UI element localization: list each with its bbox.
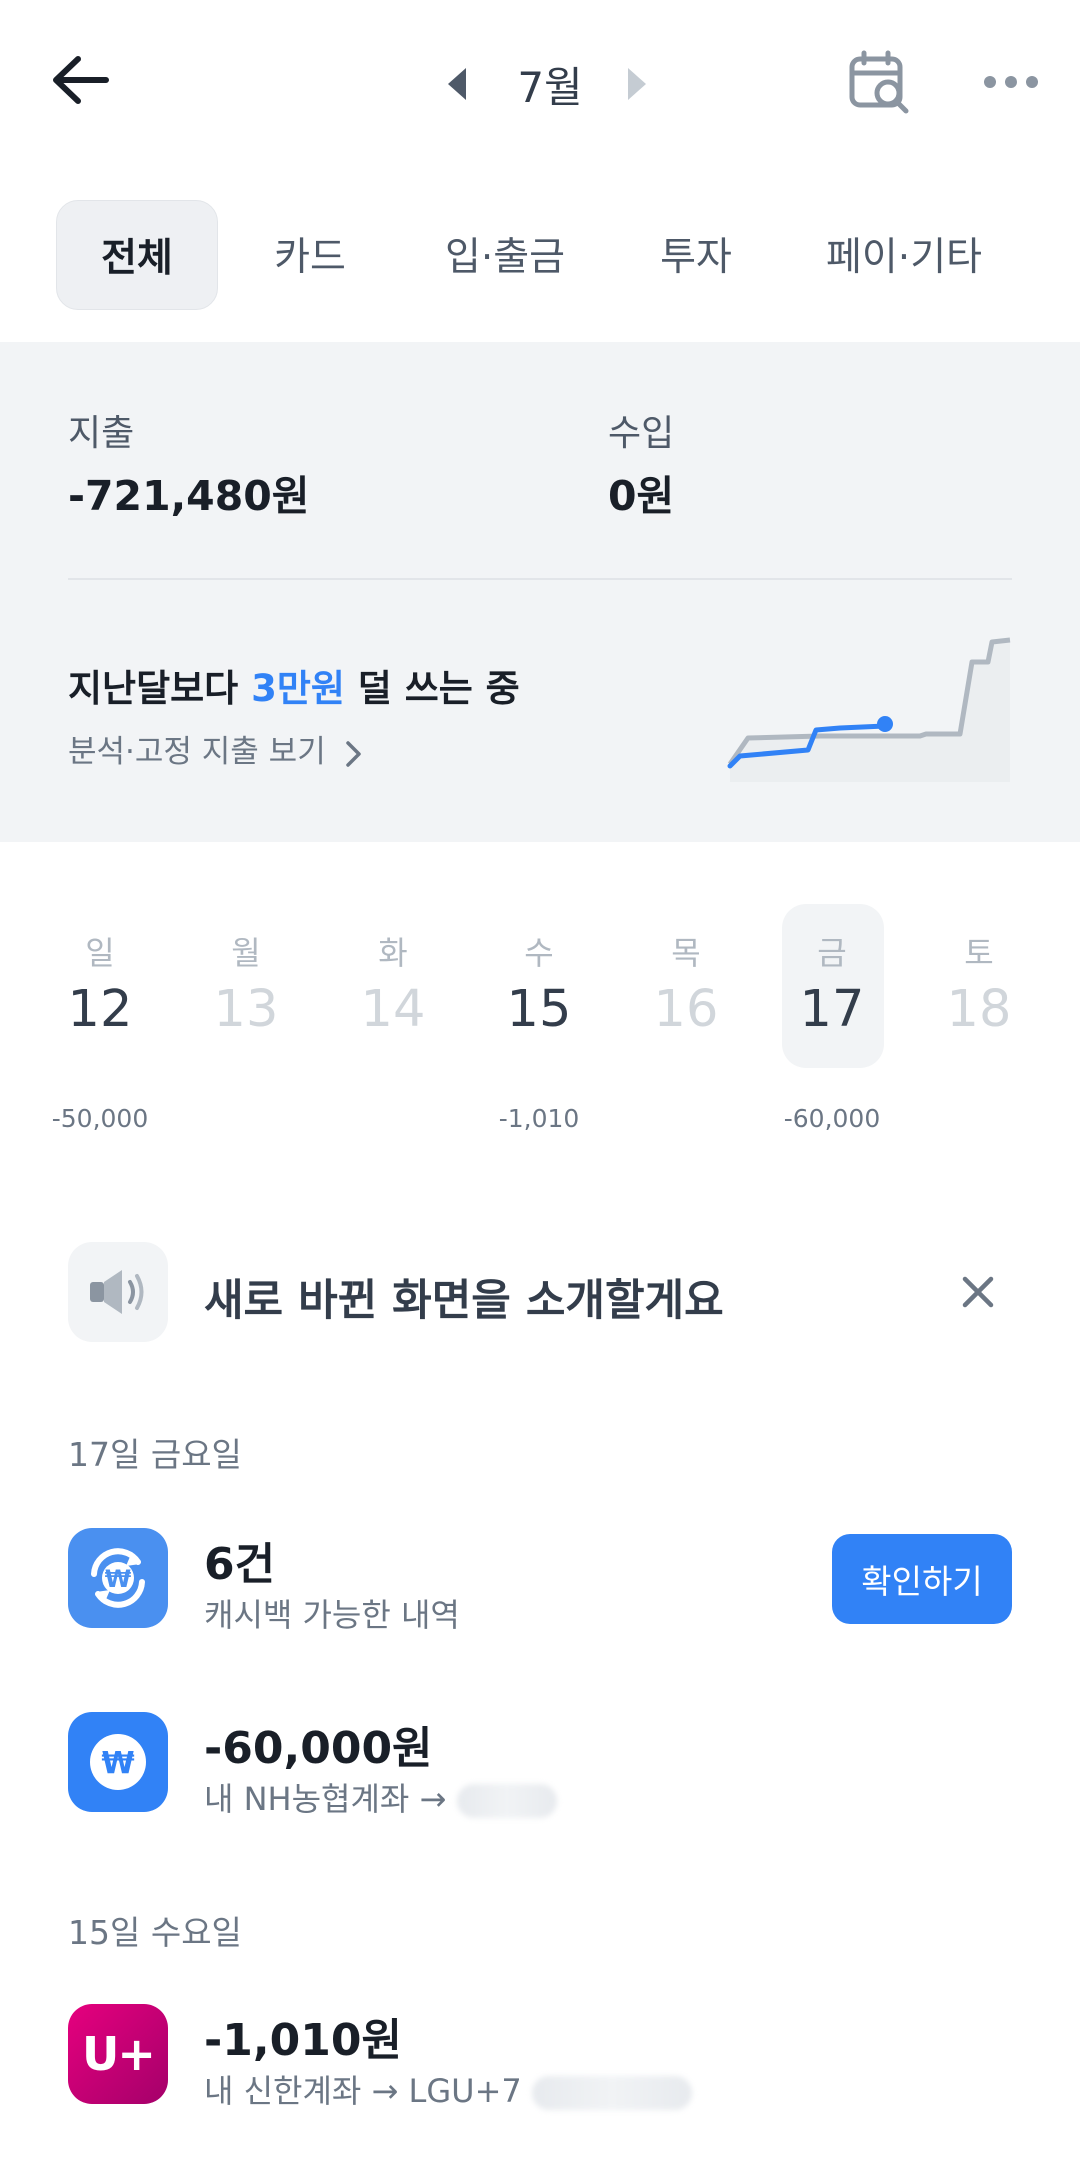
notice-icon-box [68, 1242, 168, 1342]
tab-card[interactable]: 카드 [250, 200, 370, 308]
transfer-icon-box: ₩ [68, 1712, 168, 1812]
last-month-area [730, 640, 1010, 782]
day-amount: -1,010 [498, 1104, 580, 1133]
day-cell-tue[interactable]: 화 14 [343, 880, 443, 1130]
day-cell-mon[interactable]: 월 13 [196, 880, 296, 1130]
expense-label: 지출 [68, 413, 135, 454]
caret-right-icon [628, 68, 646, 100]
day-number: 14 [360, 980, 426, 1039]
day-amount: -60,000 [783, 1104, 881, 1133]
item-subtitle-wrap: 내 신한계좌 → LGU+7 [204, 2066, 692, 2112]
compare-text: 지난달보다 3만원 덜 쓰는 중 [68, 658, 520, 712]
day-number: 17 [799, 980, 865, 1039]
more-dots-icon [984, 76, 1038, 88]
compare-amount: 3만원 [251, 667, 345, 710]
day-name: 토 [964, 934, 994, 972]
compare-prefix: 지난달보다 [68, 667, 252, 710]
spending-trend-sparkline [727, 637, 1011, 782]
day-number: 18 [946, 980, 1012, 1039]
prev-month-button[interactable] [438, 64, 478, 104]
category-tabs: 전체 카드 입·출금 투자 페이·기타 [0, 200, 1080, 312]
day-number: 16 [653, 980, 719, 1039]
svg-text:₩: ₩ [105, 1565, 132, 1593]
arrow-left-icon [53, 56, 109, 104]
cashback-icon-box: ₩ [68, 1528, 168, 1628]
svg-text:₩: ₩ [101, 1746, 134, 1781]
next-month-button[interactable] [616, 64, 656, 104]
day-cell-wed[interactable]: 수 15 -1,010 [489, 880, 589, 1133]
more-menu-button[interactable] [976, 52, 1046, 112]
day-cell-sat[interactable]: 토 18 [929, 880, 1029, 1130]
day-number: 15 [506, 980, 572, 1039]
list-item-transaction[interactable]: ₩ -60,000원 내 NH농협계좌 → [68, 1712, 1012, 1822]
item-subtitle: 캐시백 가능한 내역 [204, 1596, 460, 1634]
lgu-logo-icon: U+ [82, 2027, 156, 2081]
top-bar: 7월 [0, 0, 1080, 170]
close-icon [962, 1276, 994, 1308]
won-coin-icon: ₩ [90, 1734, 146, 1790]
expense-value: -721,480원 [68, 472, 310, 520]
day-name: 목 [671, 934, 701, 972]
calendar-search-button[interactable] [842, 44, 918, 120]
notice-close-button[interactable] [948, 1262, 1008, 1322]
caret-left-icon [448, 68, 466, 100]
tab-deposit-withdrawal[interactable]: 입·출금 [420, 200, 590, 308]
day-number: 13 [213, 980, 279, 1039]
analysis-link[interactable]: 분석·고정 지출 보기 [68, 726, 364, 771]
tab-all[interactable]: 전체 [56, 200, 218, 310]
day-name: 화 [378, 934, 408, 972]
tab-investment[interactable]: 투자 [636, 200, 756, 308]
item-title: 6건 [204, 1539, 276, 1590]
confirm-cashback-button[interactable]: 확인하기 [832, 1534, 1012, 1624]
tab-pay-etc[interactable]: 페이·기타 [804, 200, 1004, 308]
day-name: 일 [85, 934, 115, 972]
speaker-icon [90, 1270, 144, 1314]
day-cell-thu[interactable]: 목 16 [636, 880, 736, 1130]
day-name: 월 [231, 934, 261, 972]
item-amount: -1,010원 [204, 2015, 402, 2066]
analysis-link-label: 분석·고정 지출 보기 [68, 734, 326, 770]
redacted-recipient [456, 1784, 557, 1818]
list-item-transaction[interactable]: U+ -1,010원 내 신한계좌 → LGU+7 [68, 2004, 1012, 2114]
week-strip: 일 12 -50,000 월 13 화 14 수 15 -1,010 목 16 … [0, 880, 1080, 1140]
day-name: 수 [524, 934, 554, 972]
month-selector: 7월 [420, 48, 660, 118]
day-number: 12 [67, 980, 133, 1039]
chevron-right-icon [345, 740, 361, 767]
current-point [877, 716, 893, 732]
notice-text[interactable]: 새로 바뀐 화면을 소개할게요 [204, 1266, 724, 1328]
day-amount: -50,000 [51, 1104, 149, 1133]
item-amount: -60,000원 [204, 1723, 433, 1774]
summary-divider [68, 578, 1012, 580]
date-header-17: 17일 금요일 [68, 1435, 242, 1474]
summary-panel: 지출 -721,480원 수입 0원 지난달보다 3만원 덜 쓰는 중 분석·고… [0, 342, 1080, 842]
day-cell-sun[interactable]: 일 12 -50,000 [50, 880, 150, 1133]
income-value: 0원 [608, 472, 675, 520]
day-cell-fri[interactable]: 금 17 -60,000 [782, 880, 882, 1133]
calendar-search-icon [849, 50, 909, 114]
month-label[interactable]: 7월 [490, 54, 610, 115]
item-subtitle: 내 신한계좌 → LGU+7 [204, 2072, 522, 2110]
lgu-logo-box: U+ [68, 2004, 168, 2104]
redacted-recipient [531, 2076, 692, 2110]
item-subtitle: 내 NH농협계좌 → [204, 1780, 447, 1818]
income-label: 수입 [608, 413, 675, 454]
day-name: 금 [817, 934, 847, 972]
date-header-15: 15일 수요일 [68, 1913, 242, 1952]
back-button[interactable] [44, 44, 116, 116]
compare-suffix: 덜 쓰는 중 [344, 667, 520, 710]
cashback-refresh-won-icon: ₩ [91, 1548, 145, 1608]
item-subtitle-wrap: 내 NH농협계좌 → [204, 1774, 557, 1820]
